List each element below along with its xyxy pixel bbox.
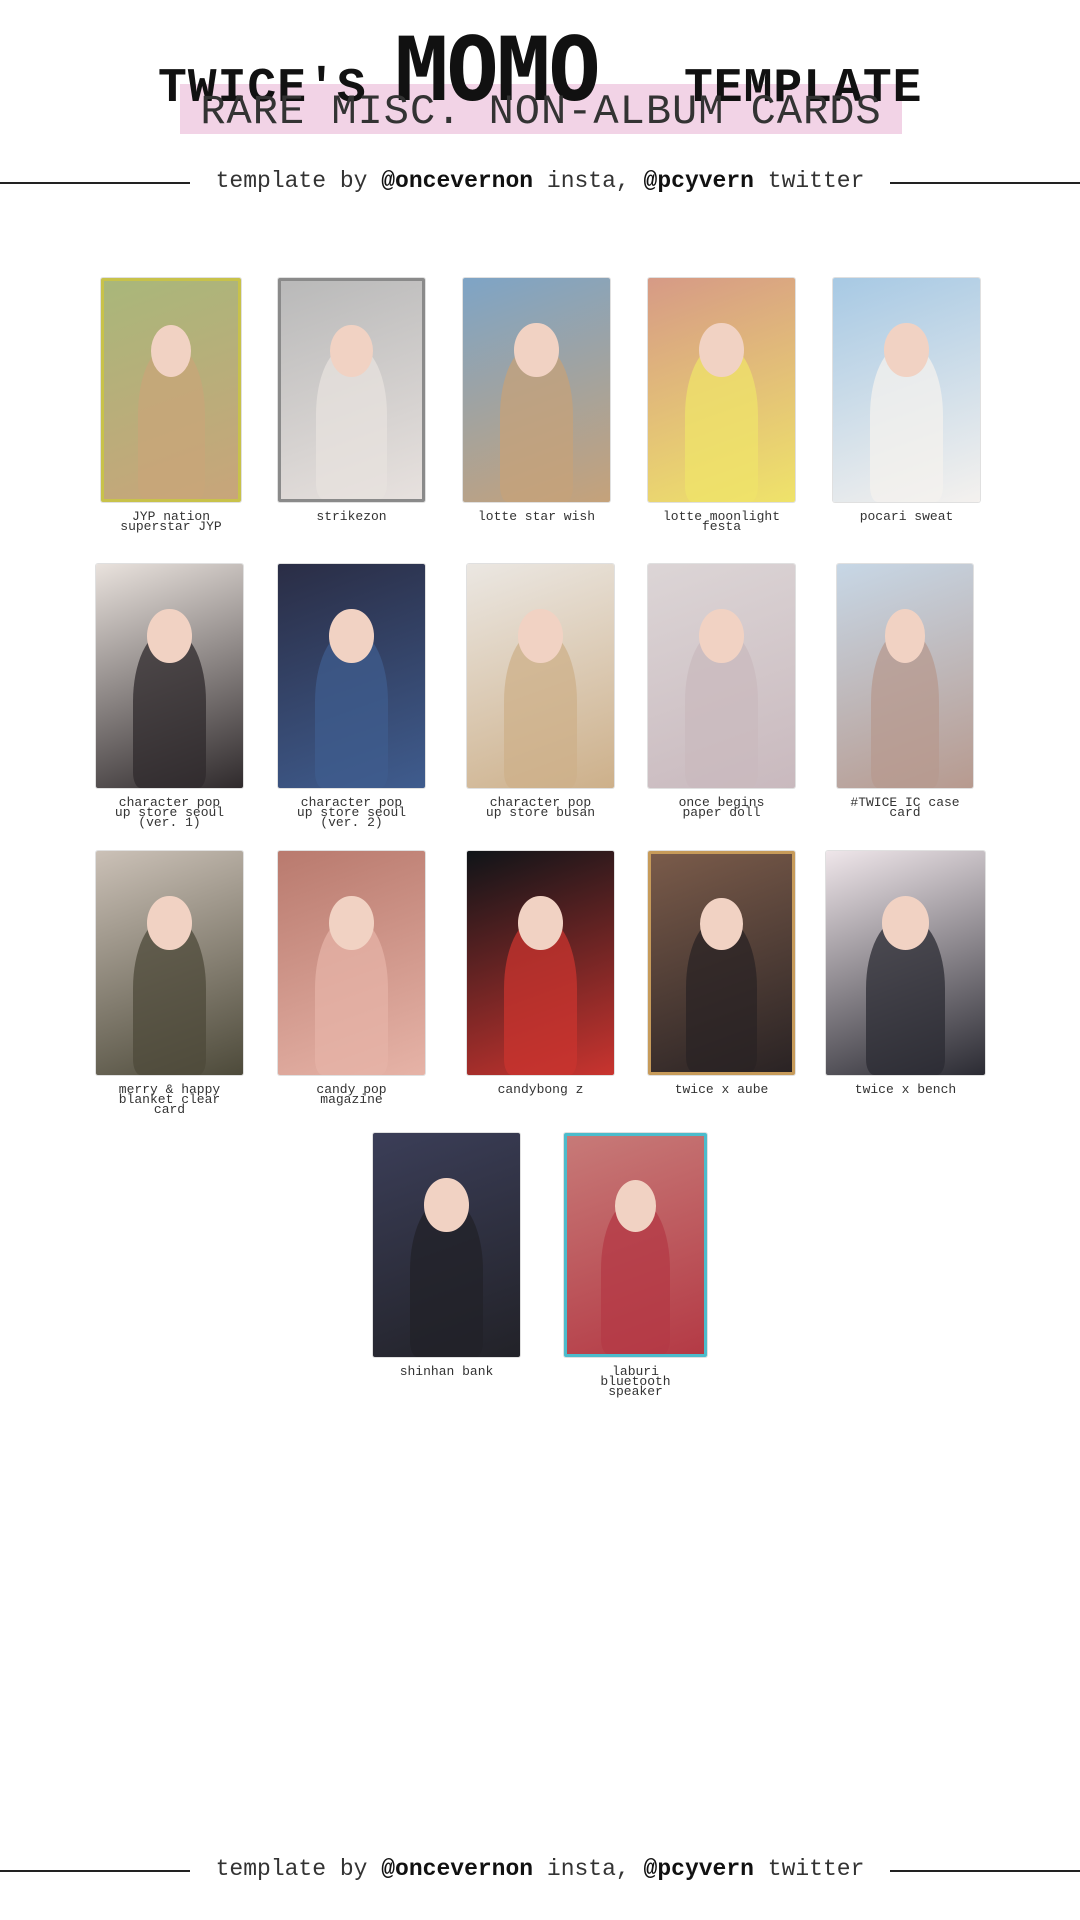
insta-handle[interactable]: @oncevernon — [381, 168, 533, 194]
photocard: lotte moonlight festa — [648, 278, 795, 542]
portrait-face — [514, 322, 559, 377]
portrait-face — [614, 1179, 657, 1232]
card-photo — [96, 851, 243, 1075]
card-label: JYP nation superstar JYP — [120, 509, 222, 534]
card-label: twice x aube — [674, 1082, 769, 1097]
portrait-face — [330, 324, 373, 377]
twitter-handle[interactable]: @pcyvern — [644, 168, 754, 194]
photocard: once begins paper doll — [648, 564, 795, 828]
portrait-face — [424, 1177, 469, 1232]
photocard: candybong z — [467, 851, 614, 1115]
page-subtitle: RARE MISC. NON-ALBUM CARDS — [200, 88, 882, 136]
card-label: twice x bench — [854, 1082, 957, 1097]
photocard: lotte star wish — [463, 278, 610, 542]
card-label: shinhan bank — [399, 1364, 494, 1379]
credit-row-bottom: template by @oncevernon insta, @pcyvern … — [0, 1850, 1080, 1890]
card-label: lotte moonlight festa — [662, 509, 781, 534]
card-photo — [837, 564, 973, 788]
portrait-face — [884, 322, 929, 377]
portrait-face — [518, 608, 563, 663]
credit-prefix: template by — [215, 168, 368, 194]
card-photo — [278, 564, 425, 788]
photocard: merry & happy blanket clear card — [96, 851, 243, 1116]
divider-right — [890, 182, 1080, 184]
photocard: strikezon — [278, 278, 425, 542]
card-label: #TWICE IC case card — [850, 795, 960, 820]
portrait-face — [147, 895, 192, 950]
card-photo — [278, 851, 425, 1075]
portrait-face — [699, 322, 744, 377]
insta-handle[interactable]: @oncevernon — [381, 1856, 533, 1882]
card-photo — [826, 851, 985, 1075]
card-label: once begins paper doll — [678, 795, 765, 820]
photocard: character pop up store busan — [467, 564, 614, 828]
divider-left — [0, 182, 190, 184]
divider-right — [890, 1870, 1080, 1872]
photocard: twice x bench — [826, 851, 985, 1115]
twitter-handle[interactable]: @pcyvern — [644, 1856, 754, 1882]
credit-text: template by @oncevernon insta, @pcyvern … — [190, 168, 890, 194]
portrait-face — [329, 895, 374, 950]
card-photo — [463, 278, 610, 502]
photocard: #TWICE IC case card — [837, 564, 973, 828]
card-photo — [648, 564, 795, 788]
photocard: twice x aube — [648, 851, 795, 1115]
card-label: laburi bluetooth speaker — [600, 1364, 671, 1399]
photocard: character pop up store seoul (ver. 2) — [278, 564, 425, 829]
card-photo — [648, 278, 795, 502]
credit-row-top: template by @oncevernon insta, @pcyvern … — [0, 162, 1080, 202]
twitter-label: twitter — [767, 1856, 865, 1882]
header: TWICE'S MOMO TEMPLATE RARE MISC. NON-ALB… — [0, 0, 1080, 140]
card-photo — [833, 278, 980, 502]
photocard: character pop up store seoul (ver. 1) — [96, 564, 243, 829]
card-photo — [467, 851, 614, 1075]
card-photo — [467, 564, 614, 788]
portrait-face — [518, 895, 563, 950]
photocard: pocari sweat — [833, 278, 980, 542]
card-label: character pop up store busan — [485, 795, 596, 820]
insta-label: insta, — [546, 168, 630, 194]
card-label: lotte star wish — [477, 509, 596, 524]
card-photo — [564, 1133, 707, 1357]
photocard: shinhan bank — [373, 1133, 520, 1397]
card-label: merry & happy blanket clear card — [118, 1082, 221, 1117]
card-label: pocari sweat — [859, 509, 954, 524]
card-label: character pop up store seoul (ver. 2) — [296, 795, 407, 830]
portrait-face — [884, 608, 926, 663]
twitter-label: twitter — [767, 168, 865, 194]
photocard: JYP nation superstar JYP — [101, 278, 241, 542]
card-photo — [648, 851, 795, 1075]
insta-label: insta, — [546, 1856, 630, 1882]
portrait-face — [700, 897, 743, 950]
card-label: candybong z — [497, 1082, 584, 1097]
card-photo — [96, 564, 243, 788]
photocard: candy pop magazine — [278, 851, 425, 1115]
portrait-face — [329, 608, 374, 663]
card-photo — [278, 278, 425, 502]
card-label: strikezon — [316, 509, 387, 524]
divider-left — [0, 1870, 190, 1872]
portrait-face — [881, 895, 930, 950]
photocard: laburi bluetooth speaker — [564, 1133, 707, 1398]
portrait-face — [699, 608, 744, 663]
credit-prefix: template by — [215, 1856, 368, 1882]
credit-text: template by @oncevernon insta, @pcyvern … — [190, 1856, 890, 1882]
card-photo — [373, 1133, 520, 1357]
card-photo — [101, 278, 241, 502]
card-label: character pop up store seoul (ver. 1) — [114, 795, 225, 830]
portrait-face — [147, 608, 192, 663]
card-label: candy pop magazine — [316, 1082, 387, 1107]
portrait-face — [150, 324, 192, 377]
